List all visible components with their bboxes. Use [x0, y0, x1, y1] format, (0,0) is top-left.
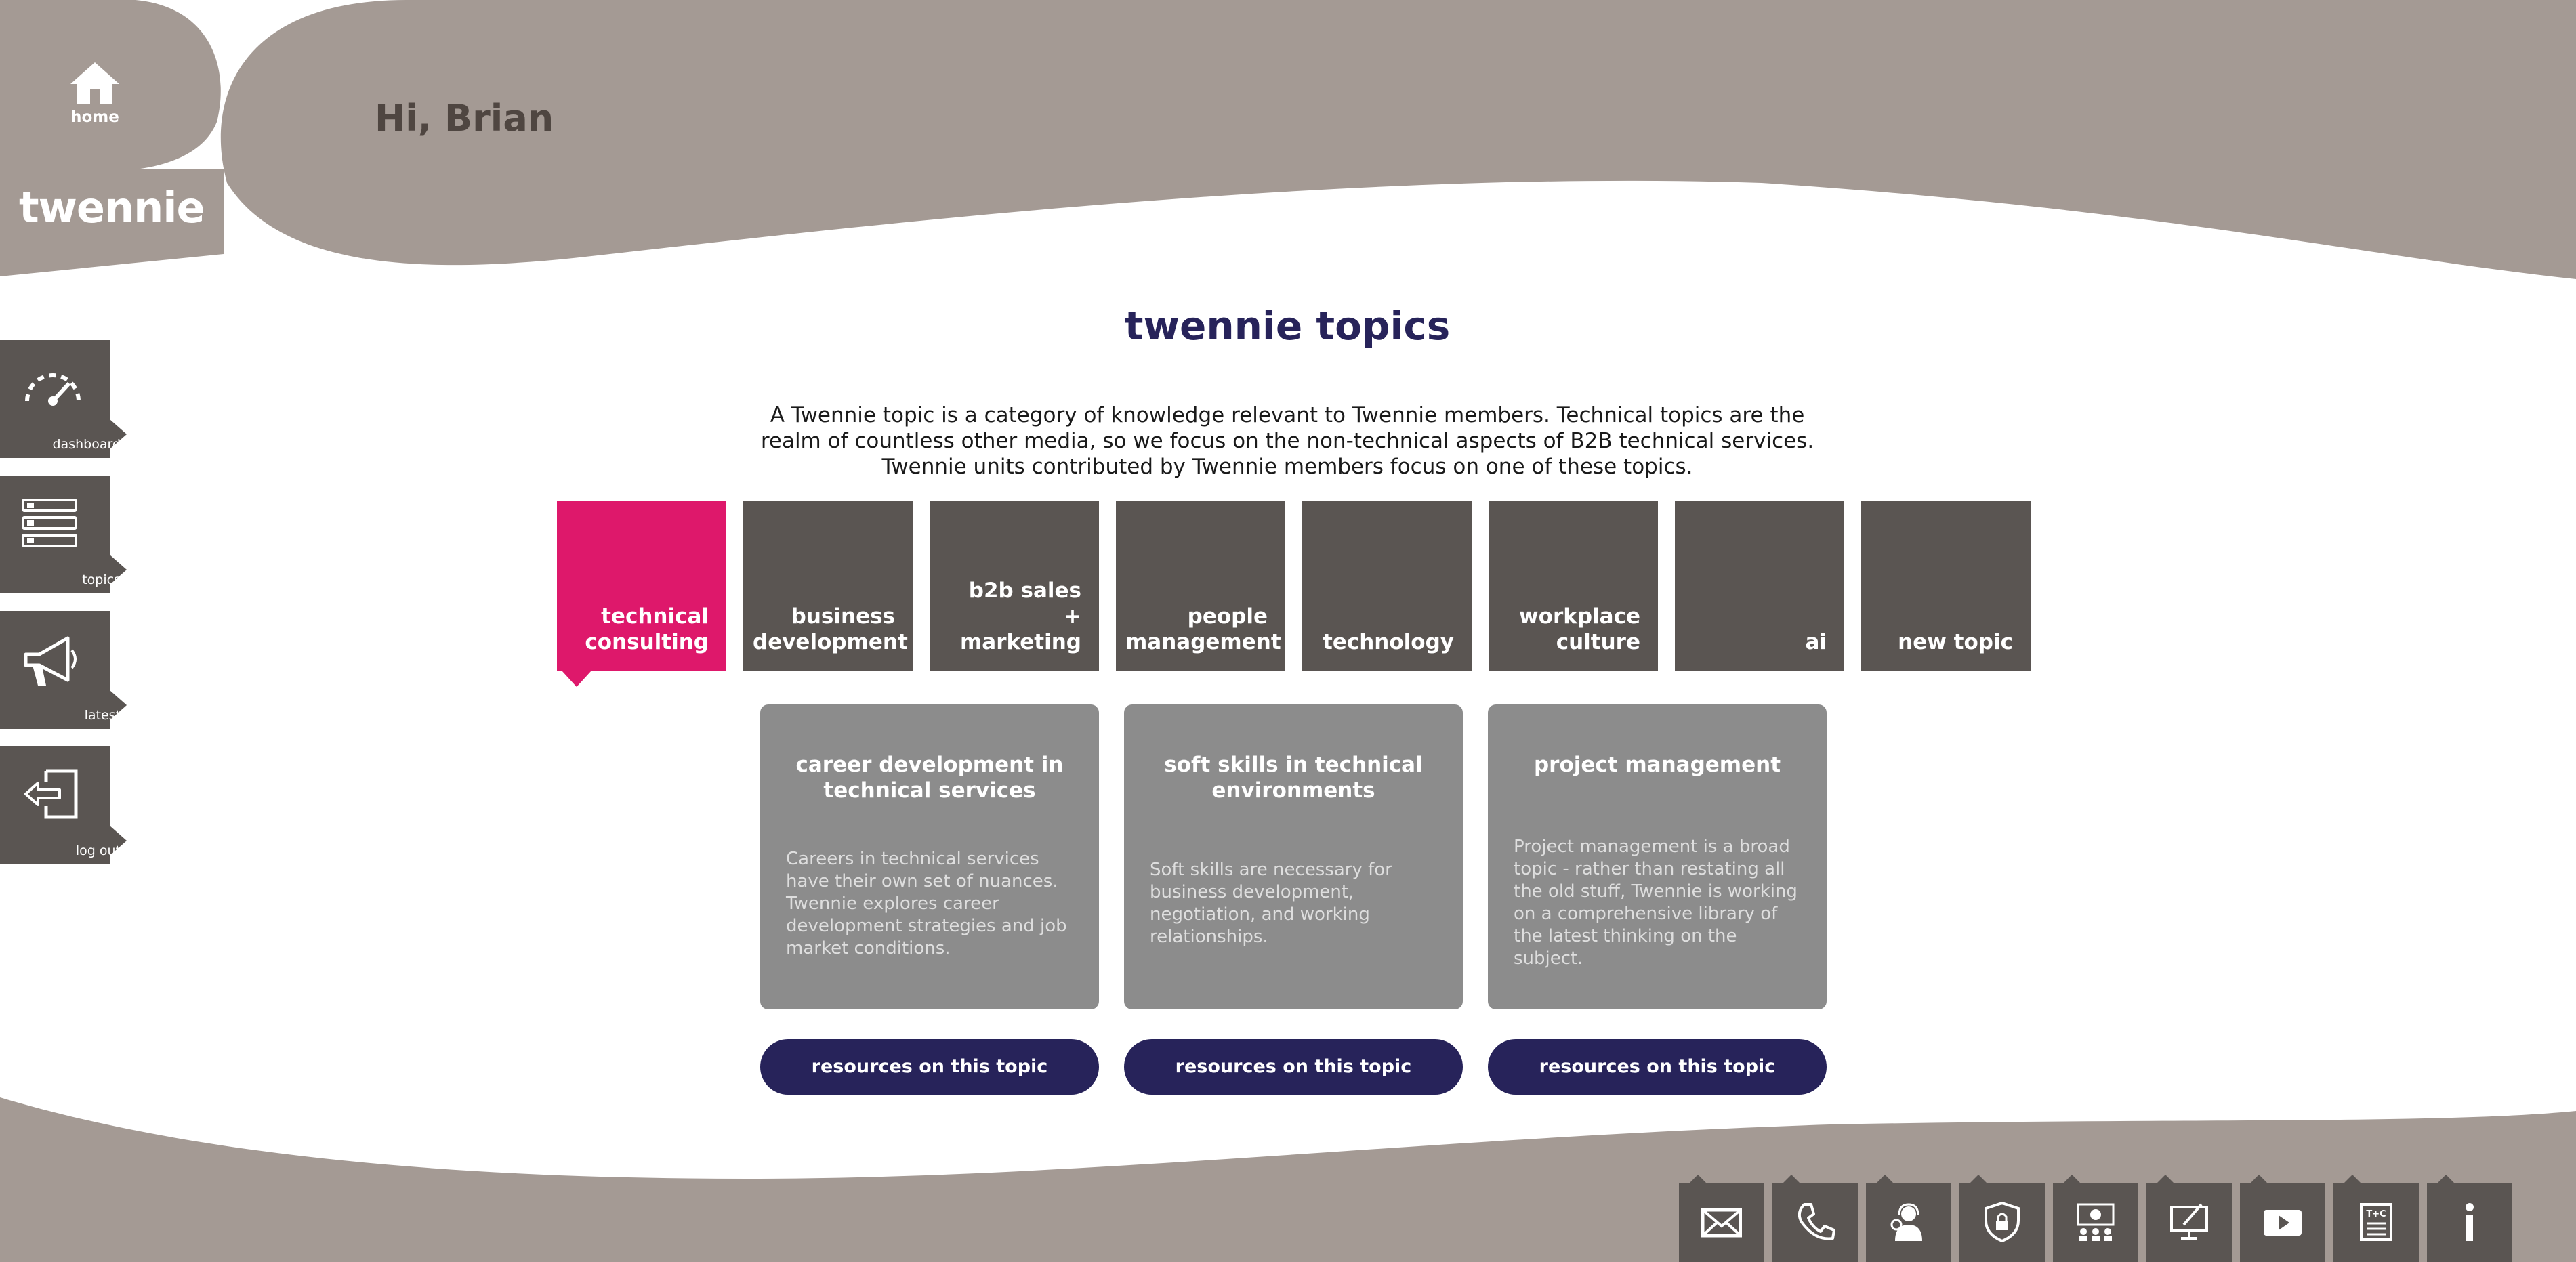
team-settings-icon: [2077, 1203, 2115, 1241]
topic-label: b2b sales + marketing: [959, 579, 1081, 654]
card-description: Soft skills are necessary for business d…: [1150, 860, 1392, 947]
megaphone-icon: [24, 636, 77, 686]
security-shield-icon: [1985, 1202, 2020, 1242]
phone-icon: [1798, 1203, 1835, 1240]
footer-security-button[interactable]: [1959, 1175, 2045, 1262]
card-title: career development in technical services: [795, 753, 1064, 803]
greeting: Hi, Brian: [375, 97, 554, 140]
page-title: twennie topics: [1124, 303, 1451, 349]
sidebar-item-label: log out: [75, 843, 121, 858]
topic-label: new topic: [1898, 630, 2013, 654]
home-label: home: [70, 108, 119, 126]
topic-technology[interactable]: technology: [1302, 501, 1472, 671]
computer-edit-icon: [2170, 1203, 2208, 1240]
footer-phone-button[interactable]: [1772, 1175, 1858, 1262]
topic-people-management[interactable]: people management: [1116, 501, 1285, 671]
footer-support-button[interactable]: [1866, 1175, 1951, 1262]
topic-workplace-culture[interactable]: workplace culture: [1489, 501, 1658, 671]
footer-team-button[interactable]: [2053, 1175, 2138, 1262]
sidebar-item-label: topics: [82, 572, 121, 587]
topic-business-development[interactable]: business development: [743, 501, 913, 671]
sidebar-item-label: dashboard: [52, 437, 121, 452]
topic-label: technical consulting: [585, 604, 709, 654]
topic-technical-consulting[interactable]: technical consulting: [557, 501, 726, 687]
mail-icon: [1701, 1208, 1742, 1238]
resources-button-project-management[interactable]: resources on this topic: [1488, 1039, 1827, 1095]
card-description: Careers in technical services have their…: [786, 849, 1067, 959]
topic-label: people management: [1125, 604, 1281, 654]
topic-label: ai: [1805, 630, 1827, 654]
footer-video-button[interactable]: [2240, 1175, 2325, 1262]
topic-label: business development: [753, 604, 908, 654]
footer-terms-button[interactable]: T+C: [2333, 1175, 2419, 1262]
topic-card-project-management: project management Project management is…: [1488, 704, 1827, 1009]
resources-button-soft-skills[interactable]: resources on this topic: [1124, 1039, 1463, 1095]
terms-icon: T+C: [2360, 1203, 2392, 1241]
list-icon: [22, 499, 77, 547]
sidebar-item-topics[interactable]: topics: [0, 476, 129, 595]
sidebar-item-label: latest: [84, 708, 121, 723]
footer-mail-button[interactable]: [1679, 1175, 1764, 1262]
intro-text: A Twennie topic is a category of knowled…: [760, 403, 1814, 479]
footer-info-button[interactable]: [2427, 1175, 2512, 1262]
sidebar-item-dashboard[interactable]: dashboard: [0, 340, 129, 460]
topic-label: workplace culture: [1519, 604, 1640, 654]
house-icon: [70, 62, 119, 104]
card-title: project management: [1533, 753, 1781, 777]
support-agent-icon: [1890, 1203, 1922, 1241]
twennie-logo[interactable]: twennie: [19, 183, 205, 232]
video-play-icon: [2264, 1210, 2302, 1236]
sidebar-item-latest[interactable]: latest: [0, 611, 129, 731]
topic-b2b-sales-marketing[interactable]: b2b sales + marketing: [930, 501, 1099, 671]
topic-card-soft-skills: soft skills in technical environments So…: [1124, 704, 1463, 1009]
footer-computer-button[interactable]: [2146, 1175, 2232, 1262]
speedometer-icon: [25, 373, 81, 406]
info-icon: [2466, 1203, 2474, 1241]
topic-card-career-development: career development in technical services…: [760, 704, 1099, 1009]
home-button[interactable]: home: [61, 60, 129, 134]
topic-new-topic[interactable]: new topic: [1861, 501, 2031, 671]
terms-glyph: T+C: [2366, 1209, 2386, 1219]
topic-label: technology: [1323, 630, 1454, 654]
resources-button-career-development[interactable]: resources on this topic: [760, 1039, 1099, 1095]
topic-ai[interactable]: ai: [1675, 501, 1844, 671]
logout-icon: [24, 769, 78, 819]
card-title: soft skills in technical environments: [1164, 753, 1423, 803]
card-description: Project management is a broad topic - ra…: [1514, 837, 1798, 969]
header-background: [0, 0, 2576, 279]
sidebar-item-logout[interactable]: log out: [0, 746, 129, 866]
